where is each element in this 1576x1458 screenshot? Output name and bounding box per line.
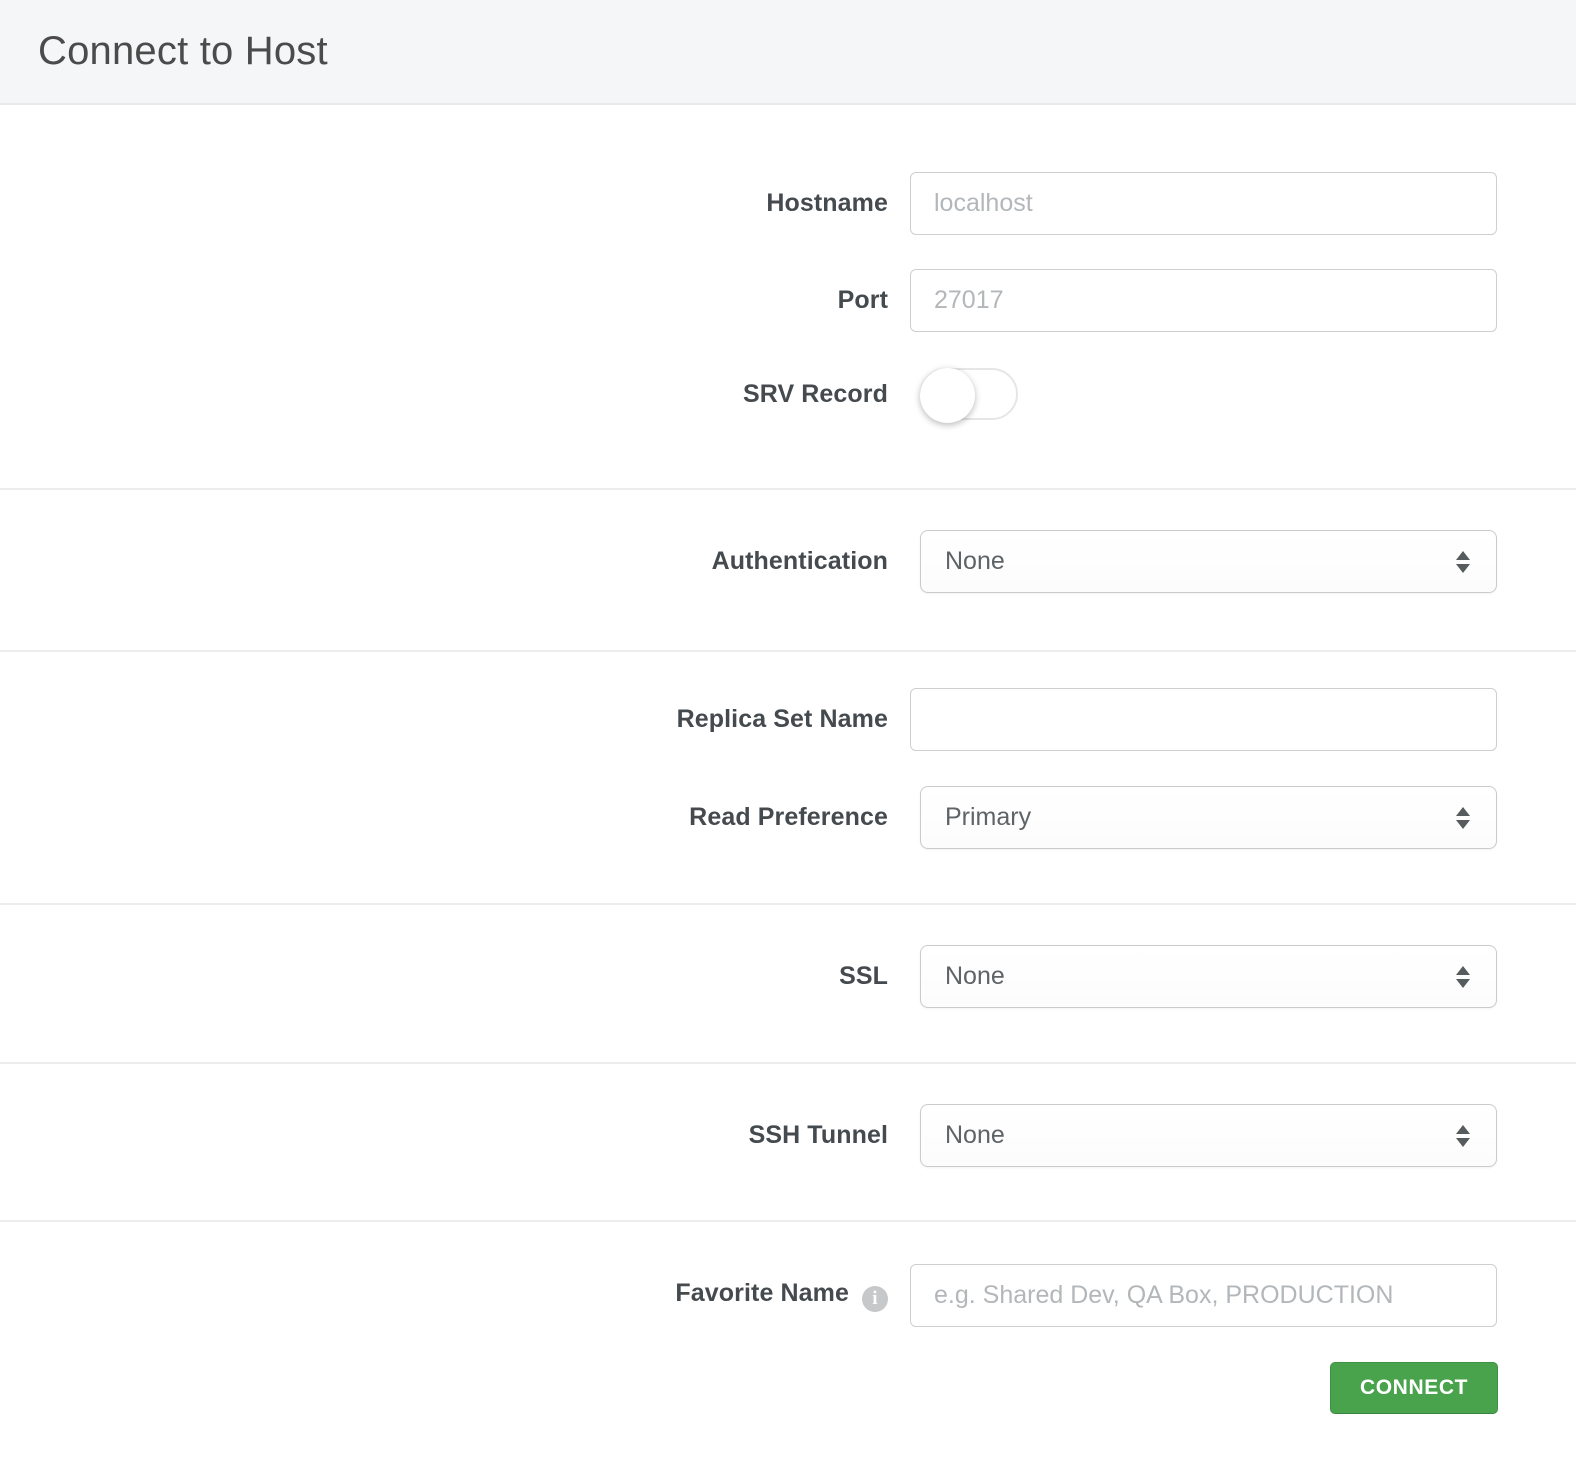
dialog-header: Connect to Host	[0, 0, 1576, 105]
updown-arrows-icon	[1456, 1124, 1470, 1147]
section-host: Hostname Port SRV Record	[0, 105, 1576, 488]
info-icon[interactable]: i	[862, 1286, 888, 1312]
dialog-title: Connect to Host	[38, 29, 328, 73]
ssl-select[interactable]: None	[920, 945, 1497, 1008]
section-favorite: Favorite Name i CONNECT	[0, 1222, 1576, 1458]
toggle-knob-icon	[920, 368, 975, 423]
favorite-name-label-text: Favorite Name	[675, 1279, 849, 1307]
replica-set-name-label: Replica Set Name	[676, 705, 888, 733]
hostname-row: Hostname	[0, 172, 1576, 235]
ssh-tunnel-select-value: None	[945, 1121, 1005, 1149]
hostname-label: Hostname	[766, 189, 888, 217]
section-ssl: SSL None	[0, 905, 1576, 1062]
read-preference-select-value: Primary	[945, 803, 1032, 831]
replica-set-name-input[interactable]	[910, 688, 1497, 751]
favorite-name-input[interactable]	[910, 1264, 1497, 1327]
port-row: Port	[0, 269, 1576, 332]
ssl-row: SSL None	[0, 945, 1576, 1008]
ssh-tunnel-select[interactable]: None	[920, 1104, 1497, 1167]
srv-record-row: SRV Record	[0, 368, 1576, 423]
srv-record-toggle[interactable]	[920, 368, 1018, 423]
read-preference-row: Read Preference Primary	[0, 786, 1576, 849]
section-ssh-tunnel: SSH Tunnel None	[0, 1064, 1576, 1220]
authentication-select[interactable]: None	[920, 530, 1497, 593]
connect-button[interactable]: CONNECT	[1330, 1362, 1498, 1414]
updown-arrows-icon	[1456, 806, 1470, 829]
connect-form: Hostname Port SRV Record Authentication …	[0, 105, 1576, 1458]
read-preference-select[interactable]: Primary	[920, 786, 1497, 849]
authentication-row: Authentication None	[0, 530, 1576, 593]
ssl-label: SSL	[839, 962, 888, 990]
ssl-select-value: None	[945, 962, 1005, 990]
section-replica-set: Replica Set Name Read Preference Primary	[0, 652, 1576, 903]
ssh-tunnel-label: SSH Tunnel	[748, 1121, 888, 1149]
updown-arrows-icon	[1456, 965, 1470, 988]
replica-set-name-row: Replica Set Name	[0, 688, 1576, 751]
section-authentication: Authentication None	[0, 490, 1576, 650]
hostname-input[interactable]	[910, 172, 1497, 235]
ssh-tunnel-row: SSH Tunnel None	[0, 1104, 1576, 1167]
authentication-select-value: None	[945, 547, 1005, 575]
port-label: Port	[837, 286, 888, 314]
srv-record-label: SRV Record	[742, 379, 888, 408]
authentication-label: Authentication	[711, 547, 888, 575]
button-row: CONNECT	[0, 1362, 1576, 1414]
read-preference-label: Read Preference	[689, 803, 888, 831]
favorite-name-row: Favorite Name i	[0, 1264, 1576, 1327]
updown-arrows-icon	[1456, 550, 1470, 573]
port-input[interactable]	[910, 269, 1497, 332]
favorite-name-label: Favorite Name i	[0, 1279, 888, 1312]
